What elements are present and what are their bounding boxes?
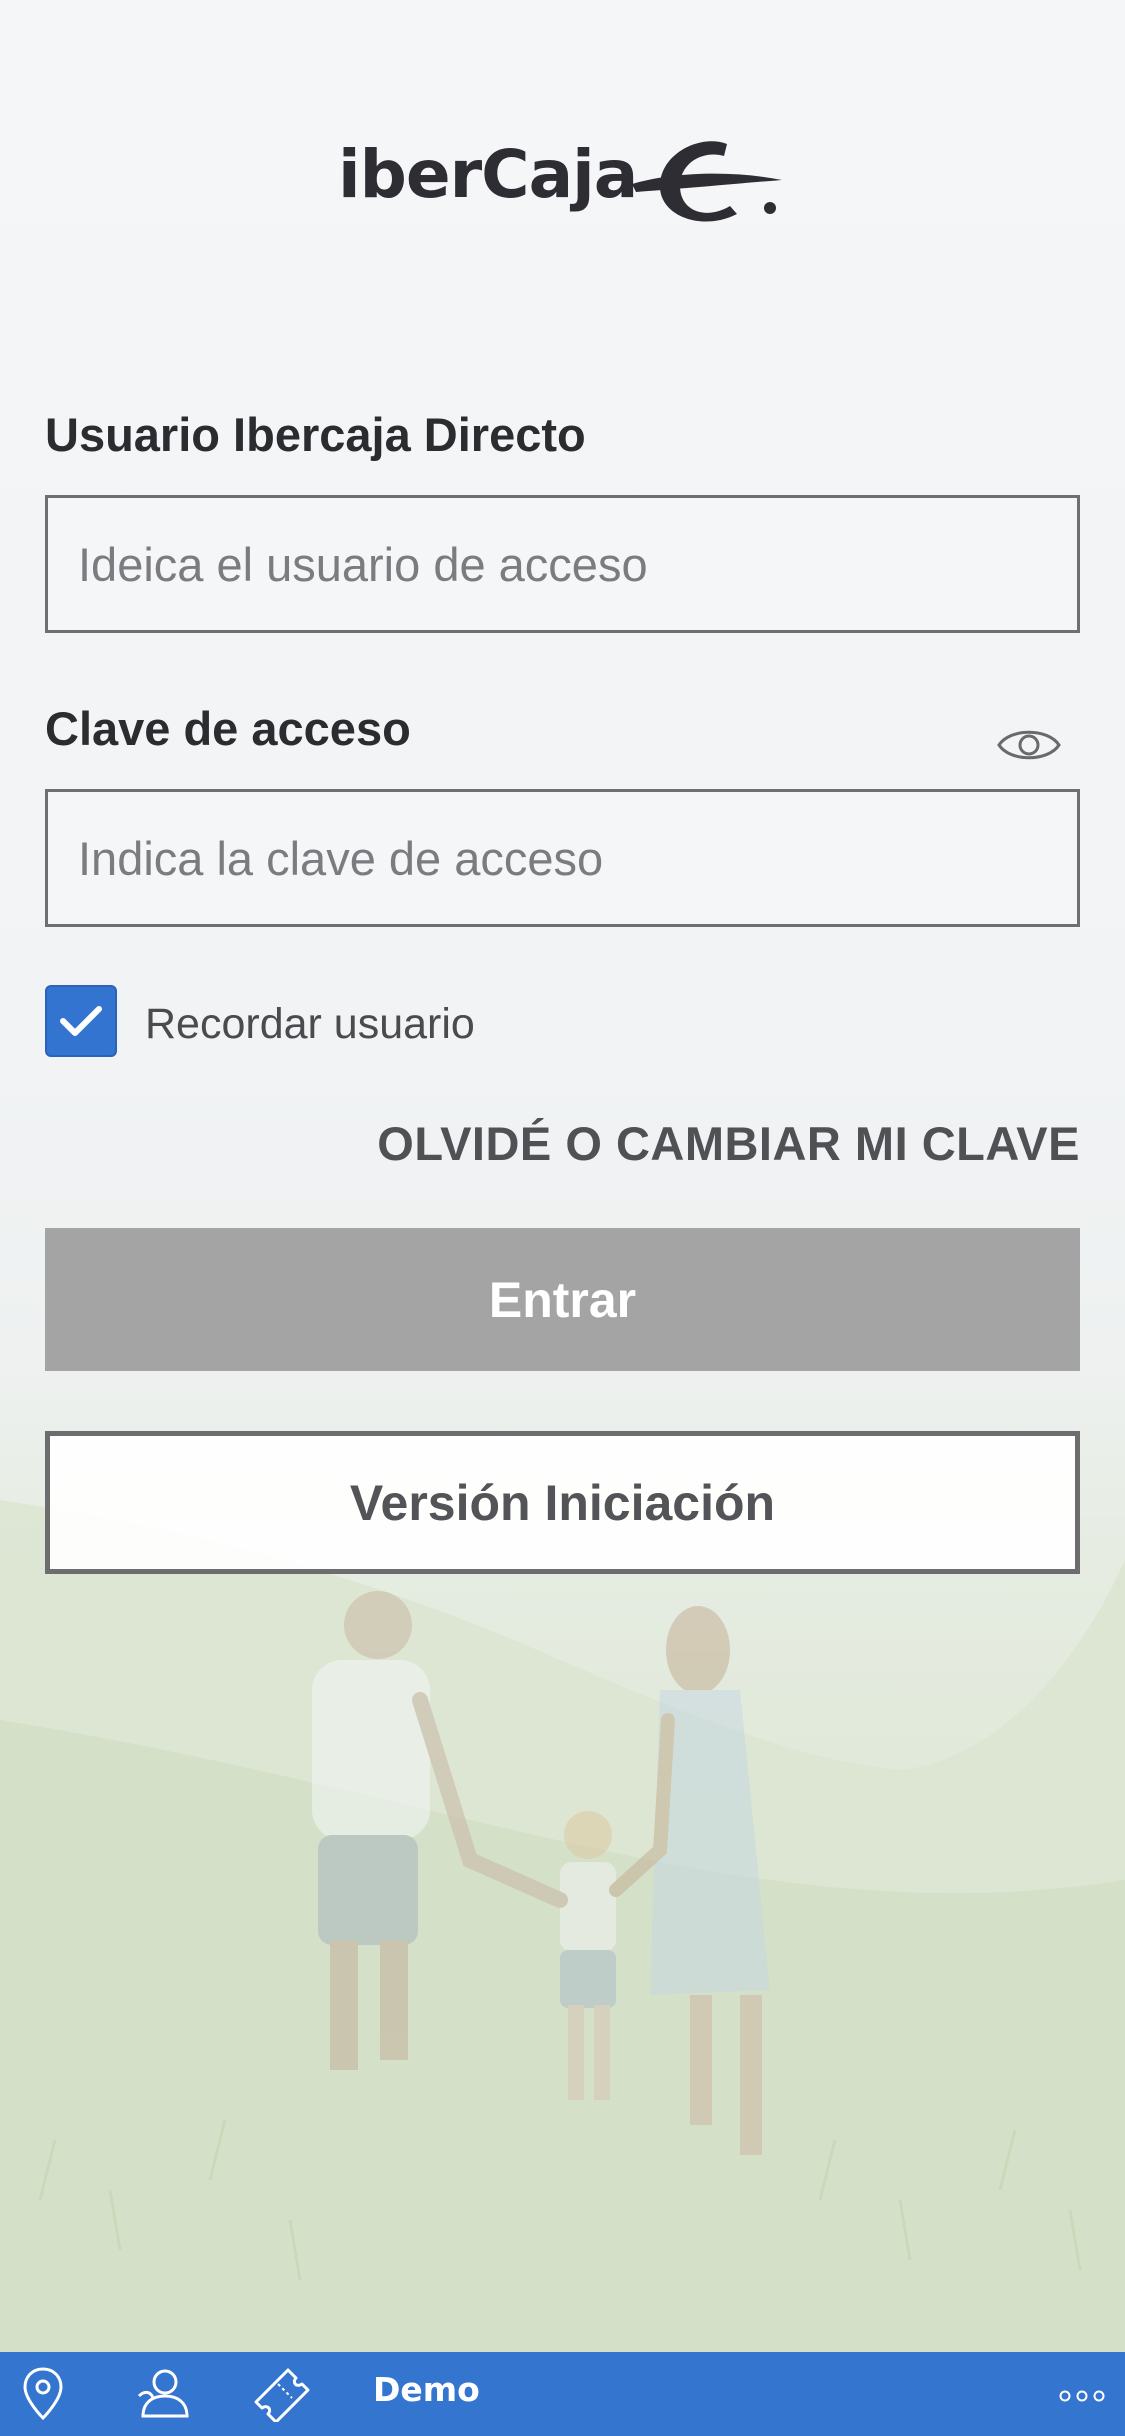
more-dots-icon[interactable] — [1059, 2390, 1105, 2402]
euro-swoosh-icon — [632, 141, 782, 222]
checkmark-icon — [60, 1006, 102, 1036]
logo-wordmark: iberCaja — [338, 136, 638, 213]
background-photo — [0, 0, 1125, 2352]
username-label: Usuario Ibercaja Directo — [45, 408, 586, 461]
ticket-icon[interactable] — [252, 2366, 312, 2422]
password-input[interactable] — [45, 789, 1080, 927]
username-input[interactable] — [45, 495, 1080, 633]
enter-button[interactable]: Entrar — [45, 1228, 1080, 1371]
remember-user-checkbox[interactable] — [45, 985, 117, 1057]
beginner-version-button[interactable]: Versión Iniciación — [45, 1431, 1080, 1574]
remember-user-label[interactable]: Recordar usuario — [145, 1000, 475, 1049]
forgot-password-link[interactable]: OLVIDÉ O CAMBIAR MI CLAVE — [377, 1116, 1080, 1171]
contact-person-icon[interactable] — [135, 2366, 191, 2422]
demo-label[interactable]: Demo — [373, 2370, 480, 2409]
password-label: Clave de acceso — [45, 702, 411, 755]
location-pin-icon[interactable] — [22, 2366, 64, 2422]
ibercaja-logo: iberCaja — [0, 118, 1125, 248]
eye-show-password-icon[interactable] — [996, 720, 1062, 770]
bottom-toolbar: Demo — [0, 2352, 1125, 2436]
